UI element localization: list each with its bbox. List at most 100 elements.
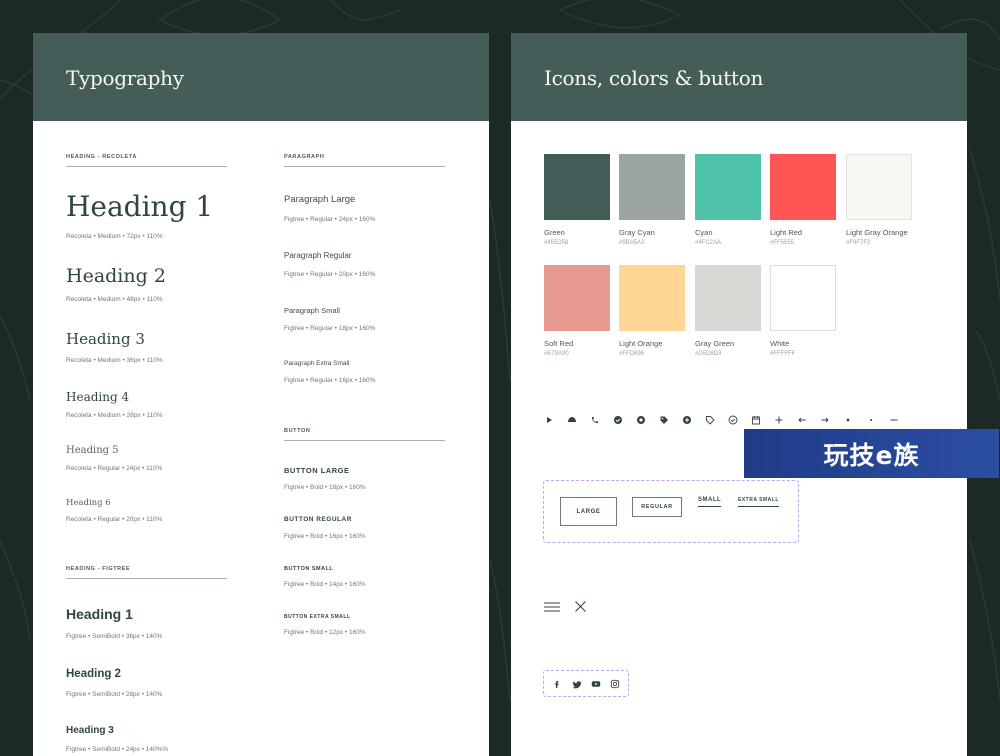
recoleta-heading-3-spec: Recoleta • Medium • 36px • 110% (66, 357, 163, 364)
figtree-section-label: HEADING - FIGTREE (66, 566, 131, 572)
instagram-icon[interactable] (610, 679, 620, 689)
recoleta-heading-2-spec: Recoleta • Medium • 48px • 110% (66, 296, 163, 303)
paragraph-extra-small: Paragraph Extra Small (284, 360, 350, 367)
typography-header: Typography (33, 33, 489, 121)
button-extra-small-spec: Figtree • Bold • 12px • 160% (284, 629, 366, 636)
swatch-green (544, 154, 610, 220)
phone-icon[interactable] (590, 415, 600, 425)
paragraph-regular-spec: Figtree • Regular • 20px • 160% (284, 271, 376, 278)
recoleta-heading-1-spec: Recoleta • Medium • 72px • 110% (66, 233, 163, 240)
swatch-light-orange-hex: #FFD696 (619, 351, 645, 357)
swatch-soft-red-hex: #E79A90 (544, 351, 569, 357)
paragraph-large: Paragraph Large (284, 194, 356, 205)
figtree-heading-1-spec: Figtree • SemiBold • 36px • 140% (66, 633, 163, 640)
check-circle-icon[interactable] (613, 415, 623, 425)
facebook-icon[interactable] (552, 679, 562, 689)
recoleta-heading-3: Heading 3 (66, 330, 145, 348)
paragraph-regular: Paragraph Regular (284, 251, 352, 260)
large-button[interactable]: LARGE (560, 497, 617, 526)
watermark-banner: 玩技e族 (744, 429, 999, 478)
swatch-white-hex: #FFFFFF (770, 351, 796, 357)
icons-colors-title: Icons, colors & button (544, 66, 764, 90)
recoleta-heading-4-spec: Recoleta • Medium • 28px • 110% (66, 412, 163, 419)
plus-circle-icon[interactable] (682, 415, 692, 425)
record-icon[interactable] (636, 415, 646, 425)
recoleta-section-label: HEADING - RECOLETA (66, 154, 137, 160)
figtree-heading-3-spec: Figtree • SemiBold • 24px • 140%% (66, 746, 169, 753)
swatch-gray-green-hex: #D5D8D3 (695, 351, 722, 357)
swatch-light-orange-name: Light Orange (619, 339, 663, 348)
figtree-heading-3: Heading 3 (66, 725, 114, 736)
button-section-label: BUTTON (284, 428, 311, 434)
plus-icon[interactable] (774, 415, 784, 425)
icons-colors-panel: Icons, colors & button Green #455D58 Gra… (511, 33, 967, 756)
paragraph-extra-small-spec: Figtree • Regular • 16px • 160% (284, 377, 376, 384)
paragraph-large-spec: Figtree • Regular • 24px • 160% (284, 216, 376, 223)
typography-title: Typography (66, 66, 184, 90)
swatch-cyan-name: Cyan (695, 228, 713, 237)
recoleta-heading-6-spec: Recoleta • Regular • 20px • 110% (66, 516, 163, 523)
swatch-white (770, 265, 836, 331)
swatch-soft-red (544, 265, 610, 331)
button-large-spec: Figtree • Bold • 18px • 160% (284, 484, 366, 491)
button-small-spec: Figtree • Bold • 14px • 160% (284, 581, 366, 588)
calendar-icon[interactable] (751, 415, 761, 425)
recoleta-heading-4: Heading 4 (66, 390, 130, 404)
tag-filled-icon[interactable] (659, 415, 669, 425)
recoleta-heading-2: Heading 2 (66, 265, 166, 287)
paragraph-small-spec: Figtree • Regular • 18px • 160% (284, 325, 376, 332)
swatch-soft-red-name: Soft Red (544, 339, 574, 348)
button-regular-spec-title: BUTTON REGULAR (284, 516, 352, 523)
play-icon[interactable] (544, 415, 554, 425)
swatch-light-red-hex: #FF5555 (770, 240, 795, 246)
recoleta-heading-6: Heading 6 (66, 498, 111, 508)
dot-icon (843, 415, 853, 425)
paragraph-small: Paragraph Small (284, 306, 340, 315)
regular-button[interactable]: REGULAR (632, 497, 682, 517)
arrow-right-icon[interactable] (820, 415, 830, 425)
icons-colors-header: Icons, colors & button (511, 33, 967, 121)
button-small-spec-title: BUTTON SMALL (284, 566, 334, 572)
close-icon[interactable] (574, 600, 587, 613)
paragraph-section-rule (284, 166, 445, 167)
figtree-heading-2-spec: Figtree • SemiBold • 28px • 140% (66, 691, 163, 698)
figtree-heading-2: Heading 2 (66, 668, 121, 680)
swatch-light-orange (619, 265, 685, 331)
swatch-green-hex: #455D58 (544, 240, 569, 246)
paragraph-section-label: PARAGRAPH (284, 154, 325, 160)
button-section-rule (284, 440, 445, 441)
swatch-gray-cyan (619, 154, 685, 220)
button-large-spec-title: BUTTON LARGE (284, 466, 350, 475)
recoleta-heading-5-spec: Recoleta • Regular • 24px • 110% (66, 465, 163, 472)
figtree-heading-1: Heading 1 (66, 606, 133, 622)
tag-outline-icon[interactable] (705, 415, 715, 425)
swatch-cyan (695, 154, 761, 220)
menu-icon[interactable] (543, 601, 561, 613)
check-outline-icon[interactable] (728, 415, 738, 425)
minus-icon[interactable] (889, 415, 899, 425)
small-button[interactable]: SMALL (698, 497, 722, 507)
cloud-icon[interactable] (567, 415, 577, 425)
small-dot-icon (866, 415, 876, 425)
recoleta-heading-5: Heading 5 (66, 445, 119, 456)
figtree-section-rule (66, 578, 227, 579)
recoleta-heading-1: Heading 1 (66, 190, 214, 223)
swatch-cyan-hex: #4FC2AA (695, 240, 722, 246)
button-regular-spec: Figtree • Bold • 16px • 160% (284, 533, 366, 540)
twitter-icon[interactable] (572, 679, 582, 689)
swatch-light-gray-orange-name: Light Gray Orange (846, 228, 908, 237)
youtube-icon[interactable] (591, 679, 601, 689)
typography-panel: Typography HEADING - RECOLETA Heading 1 … (33, 33, 489, 756)
button-extra-small-spec-title: BUTTON EXTRA SMALL (284, 614, 351, 620)
swatch-gray-green-name: Gray Green (695, 339, 735, 348)
swatch-light-gray-orange (846, 154, 912, 220)
recoleta-section-rule (66, 166, 227, 167)
swatch-light-red (770, 154, 836, 220)
swatch-light-gray-orange-hex: #F9F7F2 (846, 240, 871, 246)
swatch-gray-green (695, 265, 761, 331)
extra-small-button[interactable]: EXTRA SMALL (738, 497, 779, 507)
swatch-gray-cyan-hex: #9BA5A3 (619, 240, 645, 246)
swatch-white-name: White (770, 339, 790, 348)
swatch-gray-cyan-name: Gray Cyan (619, 228, 655, 237)
arrow-left-icon[interactable] (797, 415, 807, 425)
